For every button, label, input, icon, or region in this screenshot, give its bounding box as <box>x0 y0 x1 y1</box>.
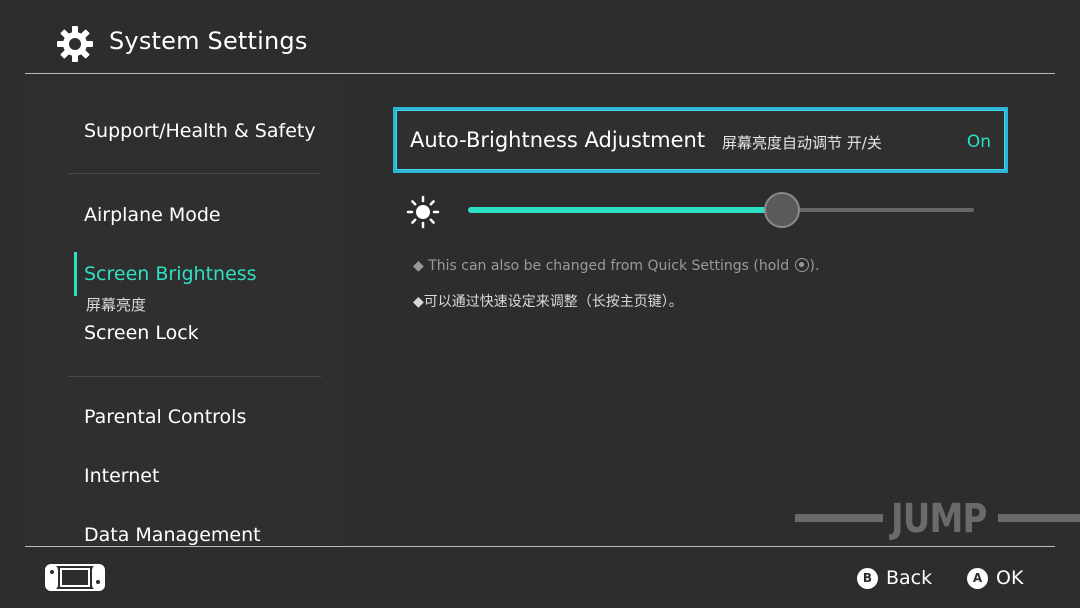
sidebar-item-airplane-mode[interactable]: Airplane Mode <box>84 204 221 226</box>
ok-label: OK <box>996 567 1024 589</box>
ok-button[interactable]: A OK <box>967 565 1023 591</box>
quick-settings-note: ◆ This can also be changed from Quick Se… <box>413 258 819 274</box>
note-text: ◆ This can also be changed from Quick Se… <box>413 258 794 274</box>
page-title: System Settings <box>109 27 308 55</box>
back-button[interactable]: B Back <box>857 565 932 591</box>
sidebar-item-screen-brightness[interactable]: Screen Brightness <box>84 263 257 285</box>
auto-brightness-toggle[interactable]: Auto-Brightness Adjustment 屏幕亮度自动调节 开/关 … <box>393 107 1008 173</box>
console-icon <box>45 564 105 591</box>
home-button-icon <box>794 258 809 272</box>
brightness-slider-fill <box>468 207 782 213</box>
watermark-logo: JUMP <box>795 496 1080 542</box>
quick-settings-note-cn: ◆可以通过快速设定来调整（长按主页键）。 <box>413 294 683 310</box>
sidebar-item-screen-lock[interactable]: Screen Lock <box>84 322 199 344</box>
header: System Settings <box>0 0 1080 74</box>
auto-brightness-label-cn: 屏幕亮度自动调节 开/关 <box>722 134 882 152</box>
auto-brightness-label: Auto-Brightness Adjustment <box>410 128 706 152</box>
active-indicator <box>74 252 77 296</box>
sidebar-item-support[interactable]: Support/Health & Safety <box>84 120 316 142</box>
sidebar-item-sublabel: 屏幕亮度 <box>86 296 147 314</box>
footer-divider <box>25 546 1055 547</box>
sidebar-item-internet[interactable]: Internet <box>84 465 159 487</box>
b-button-icon: B <box>857 567 878 589</box>
sidebar-divider <box>68 173 321 174</box>
watermark-line-left <box>795 514 883 522</box>
note-text-end: ). <box>809 258 820 274</box>
sidebar-divider <box>68 376 321 377</box>
sidebar: Support/Health & Safety Airplane Mode Sc… <box>25 80 345 546</box>
watermark-text: JUMP <box>891 496 987 542</box>
auto-brightness-value: On <box>966 132 991 152</box>
gear-icon <box>57 26 93 62</box>
sidebar-item-data-management[interactable]: Data Management <box>84 524 261 546</box>
sidebar-item-parental-controls[interactable]: Parental Controls <box>84 406 246 428</box>
header-divider <box>25 73 1055 74</box>
watermark-line-right <box>998 514 1080 522</box>
brightness-slider-thumb[interactable] <box>763 192 800 228</box>
brightness-slider[interactable] <box>468 192 974 228</box>
sun-icon <box>406 195 440 229</box>
back-label: Back <box>886 567 933 589</box>
a-button-icon: A <box>967 567 988 589</box>
